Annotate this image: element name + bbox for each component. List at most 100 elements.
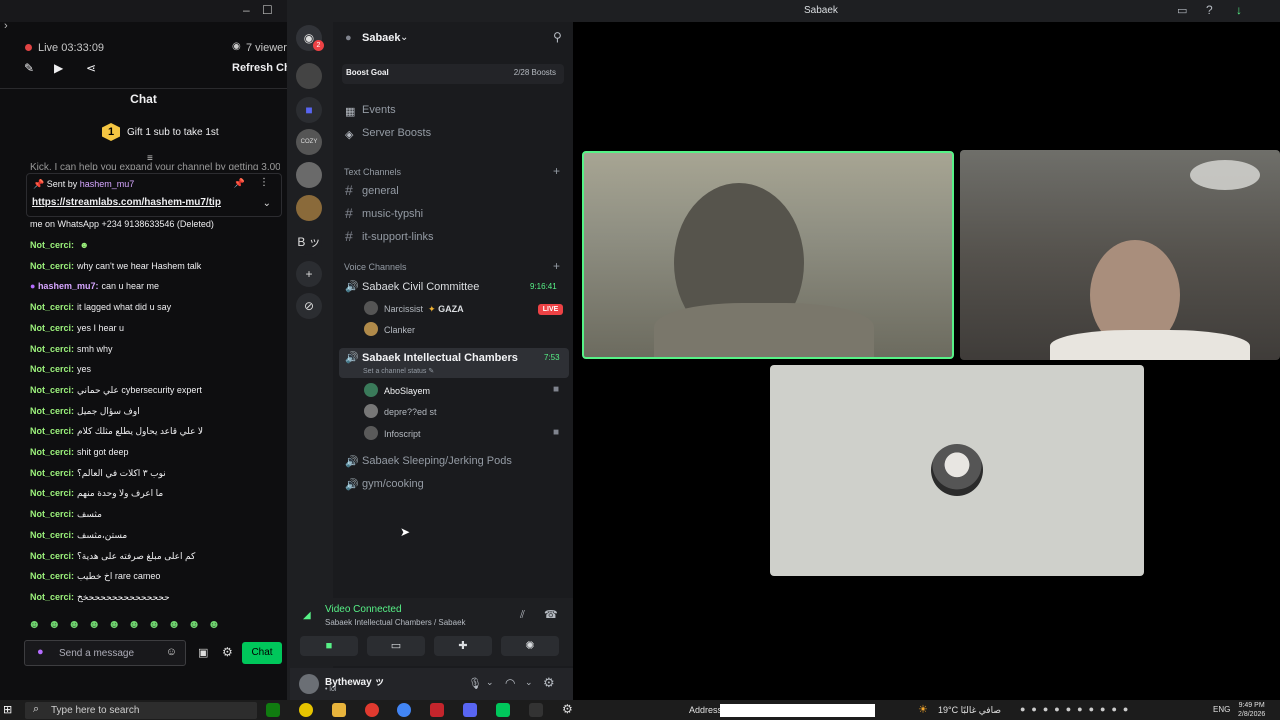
gift-leaderboard-text[interactable]: Gift 1 sub to take 1st bbox=[127, 127, 219, 138]
channel-it-support-links[interactable]: it-support-links bbox=[362, 231, 434, 243]
chat-username[interactable]: Not_cerci: bbox=[30, 509, 74, 519]
send-message-input[interactable]: ● Send a message ☺ bbox=[24, 640, 186, 666]
chevron-down-icon[interactable]: ⌄ bbox=[263, 198, 271, 209]
download-icon[interactable]: ↓ bbox=[1236, 3, 1242, 17]
voice-user-narcissist[interactable]: Narcissist ✦ GAZA bbox=[384, 304, 464, 315]
chat-message[interactable]: Not_cerci: shit got deep bbox=[30, 447, 129, 457]
chat-username[interactable]: hashem_mu7: bbox=[38, 281, 99, 291]
invite-people-icon[interactable]: ⚲ bbox=[553, 30, 562, 44]
noise-suppression-icon[interactable]: ⫽ bbox=[520, 609, 525, 622]
opera-icon[interactable] bbox=[365, 703, 379, 717]
disconnect-icon[interactable]: ☎ bbox=[544, 608, 558, 621]
chat-message[interactable]: Not_cerci: اخ خطيب rare cameo bbox=[30, 571, 160, 582]
soundboard-button[interactable]: ✺ bbox=[501, 636, 559, 656]
server-art-icon[interactable] bbox=[296, 195, 322, 221]
voice-channel-sleeping-pods[interactable]: Sabaek Sleeping/Jerking Pods bbox=[362, 455, 512, 467]
add-channel-icon[interactable]: + bbox=[553, 259, 560, 273]
signal-icon[interactable]: ◢ bbox=[303, 610, 311, 621]
add-server-icon[interactable]: + bbox=[296, 261, 322, 287]
store-icon[interactable]: ▣ bbox=[198, 646, 208, 659]
pinned-link[interactable]: https://streamlabs.com/hashem-mu7/tip bbox=[32, 197, 221, 208]
chat-message[interactable]: Not_cerci: كم اعلى مبلغ صرفته على هدية؟ bbox=[30, 551, 195, 562]
channel-music-typshi[interactable]: music-typshi bbox=[362, 208, 423, 220]
clip-icon[interactable]: ▶ bbox=[54, 61, 63, 75]
chat-username[interactable]: Not_cerci: bbox=[30, 551, 74, 561]
server-cozy-lounge-icon[interactable]: COZY bbox=[296, 129, 322, 155]
file-explorer-icon[interactable] bbox=[332, 703, 346, 717]
chat-message[interactable]: Not_cerci: لا علي قاعد يحاول يطلع مثلك كل… bbox=[30, 426, 203, 437]
channel-general[interactable]: general bbox=[362, 185, 399, 197]
voice-channels-category[interactable]: Voice Channels bbox=[344, 262, 407, 272]
chat-username[interactable]: Not_cerci: bbox=[30, 385, 74, 395]
app-icon[interactable] bbox=[529, 703, 543, 717]
more-options-icon[interactable]: ⋮ bbox=[259, 177, 269, 188]
pin-icon[interactable]: 📌 bbox=[234, 178, 245, 189]
language-indicator[interactable]: ENG bbox=[1213, 705, 1230, 714]
chat-username[interactable]: Not_cerci: bbox=[30, 447, 74, 457]
video-tile-speaking[interactable] bbox=[582, 151, 954, 359]
server-sabaek-icon[interactable] bbox=[296, 162, 322, 188]
chevron-down-icon[interactable]: ⌄ bbox=[525, 677, 533, 688]
chat-message[interactable]: Not_cerci: ما اعرف ولا وحدة منهم bbox=[30, 488, 163, 499]
screen-share-button[interactable]: ▭ bbox=[367, 636, 425, 656]
address-input[interactable] bbox=[720, 704, 875, 717]
video-tile[interactable] bbox=[960, 150, 1280, 360]
chat-message[interactable]: Not_cerci: علي حماني cybersecurity expert bbox=[30, 385, 202, 396]
server-b-icon[interactable]: B ッ bbox=[296, 229, 322, 255]
chat-username[interactable]: Not_cerci: bbox=[30, 571, 74, 581]
chat-message[interactable]: Not_cerci: smh why bbox=[30, 344, 113, 354]
emote-bar[interactable]: ☻ ☻ ☻ ☻ ☻ ☻ ☻ ☻ ☻ ☻ bbox=[28, 617, 222, 631]
chat-username[interactable]: Not_cerci: bbox=[30, 530, 74, 540]
edit-pencil-icon[interactable]: ✎ bbox=[24, 61, 34, 75]
help-icon[interactable]: ? bbox=[1206, 3, 1213, 17]
discord-taskbar-icon[interactable] bbox=[463, 703, 477, 717]
voice-user-depressed[interactable]: depre??ed st bbox=[384, 407, 437, 417]
discover-icon[interactable]: ⊘ bbox=[296, 293, 322, 319]
headphones-icon[interactable]: ◠ bbox=[505, 676, 515, 690]
voice-user-clanker[interactable]: Clanker bbox=[384, 325, 415, 335]
events-link[interactable]: Events bbox=[362, 104, 396, 116]
chat-username[interactable]: Not_cerci: bbox=[30, 426, 74, 436]
chat-username[interactable]: Not_cerci: bbox=[30, 240, 74, 250]
app-icon[interactable] bbox=[299, 703, 313, 717]
voice-channel-gym-cooking[interactable]: gym/cooking bbox=[362, 478, 424, 490]
add-channel-icon[interactable]: + bbox=[553, 164, 560, 178]
user-settings-gear-icon[interactable]: ⚙ bbox=[543, 675, 555, 691]
chat-message[interactable]: ● hashem_mu7: can u hear me bbox=[30, 281, 159, 291]
activities-button[interactable]: ✚ bbox=[434, 636, 492, 656]
maximize-icon[interactable]: ☐ bbox=[262, 3, 273, 17]
voice-channel-civil-committee[interactable]: Sabaek Civil Committee bbox=[362, 281, 479, 293]
dm-avatar-icon[interactable] bbox=[296, 63, 322, 89]
voice-connected-status[interactable]: Video Connected bbox=[325, 604, 402, 615]
chat-message[interactable]: Not_cerci: مستن،مثسف bbox=[30, 530, 127, 541]
xbox-icon[interactable] bbox=[266, 703, 280, 717]
boost-goal-bar[interactable]: Boost Goal 2/28 Boosts bbox=[342, 64, 564, 84]
pinned-message[interactable]: 📌 Sent by hashem_mu7 📌 ⋮ https://streaml… bbox=[26, 173, 282, 217]
chat-username[interactable]: Not_cerci: bbox=[30, 364, 74, 374]
windows-start-icon[interactable]: ⊞ bbox=[3, 703, 12, 716]
system-clock[interactable]: 9:49 PM 2/8/2026 bbox=[1238, 701, 1265, 719]
system-tray-icons[interactable]: ●●●●●●●●●● bbox=[1020, 704, 1134, 714]
microphone-icon[interactable]: 🎙 bbox=[468, 677, 482, 690]
chevron-down-icon[interactable]: ⌄ bbox=[486, 677, 494, 688]
chat-username[interactable]: Not_cerci: bbox=[30, 406, 74, 416]
chat-username[interactable]: Not_cerci: bbox=[30, 592, 74, 602]
chat-message[interactable]: Not_cerci: ححححححححححححححخخ bbox=[30, 592, 170, 603]
chat-message[interactable]: Not_cerci: why can't we hear Hashem talk bbox=[30, 261, 201, 271]
text-channels-category[interactable]: Text Channels bbox=[344, 167, 401, 177]
chat-message[interactable]: Not_cerci: it lagged what did u say bbox=[30, 302, 171, 312]
chat-send-button[interactable]: Chat bbox=[242, 642, 282, 664]
voice-user-aboslayem[interactable]: AboSlayem bbox=[384, 386, 430, 396]
share-icon[interactable]: ⋖ bbox=[86, 61, 96, 75]
camera-button[interactable]: ■ bbox=[300, 636, 358, 656]
channel-status[interactable]: Set a channel status ✎ bbox=[363, 367, 434, 375]
taskbar-search-input[interactable]: ⌕ Type here to search bbox=[25, 702, 257, 719]
chat-message[interactable]: Not_cerci: نوب ٣ اكلات في العالم؟ bbox=[30, 468, 166, 479]
folder-icon[interactable]: ■ bbox=[296, 97, 322, 123]
chevron-down-icon[interactable]: ⌄ bbox=[400, 32, 408, 43]
chat-username[interactable]: Not_cerci: bbox=[30, 344, 74, 354]
weather-text[interactable]: 19°C صافي غالبًا bbox=[938, 705, 1001, 716]
chat-username[interactable]: Not_cerci: bbox=[30, 323, 74, 333]
chat-username[interactable]: Not_cerci: bbox=[30, 488, 74, 498]
chat-username[interactable]: Not_cerci: bbox=[30, 302, 74, 312]
